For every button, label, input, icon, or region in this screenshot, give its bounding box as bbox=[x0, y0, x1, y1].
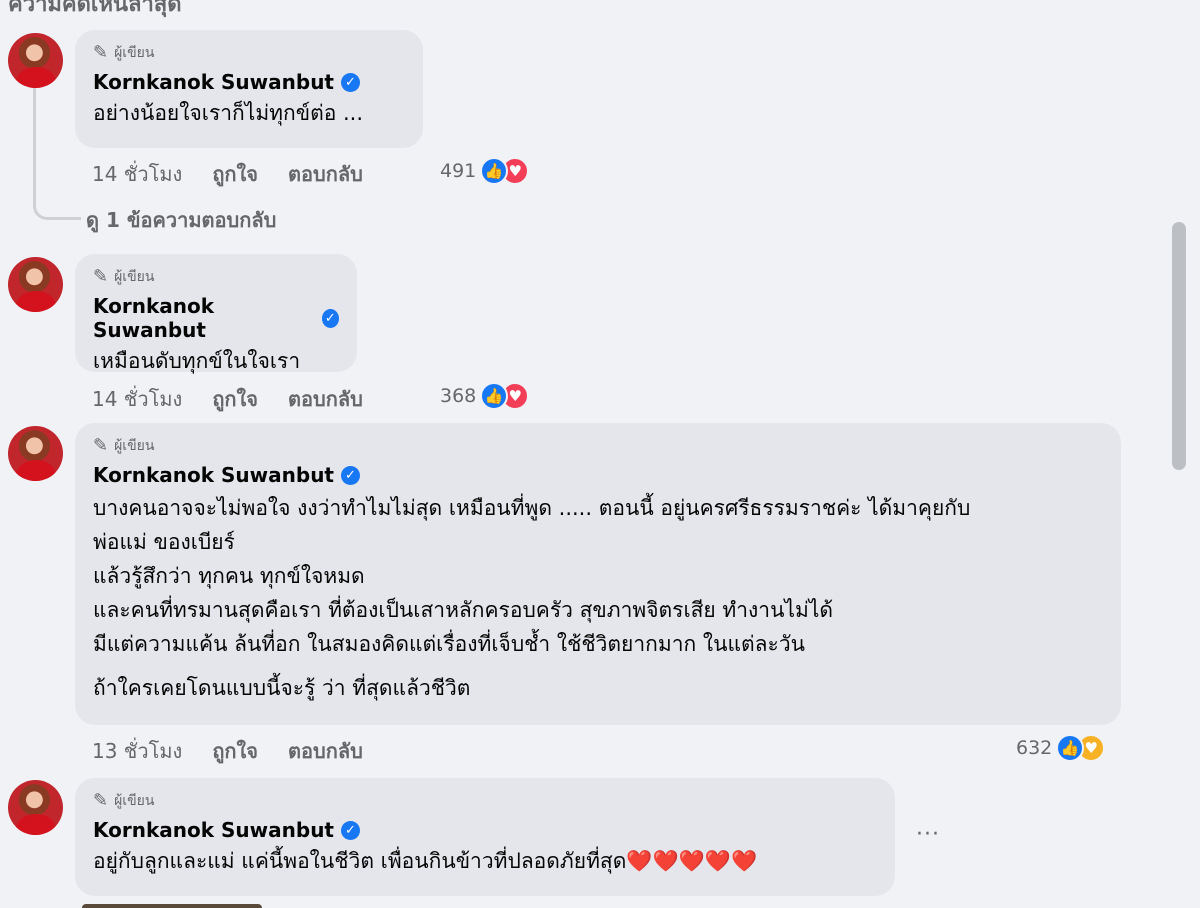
verified-badge-icon: ✓ bbox=[341, 465, 360, 485]
reaction-count: 368 bbox=[440, 385, 477, 407]
comment-time[interactable]: 14 ชั่วโมง bbox=[92, 158, 182, 190]
section-heading-partial: ความคิดเห็นล่าสุด bbox=[8, 0, 182, 17]
view-replies-link[interactable]: ดู 1 ข้อความตอบกลับ bbox=[86, 204, 276, 236]
comment-time[interactable]: 14 ชั่วโมง bbox=[92, 383, 182, 415]
next-avatar-partial bbox=[82, 904, 262, 908]
more-options-icon[interactable]: ··· bbox=[916, 822, 940, 847]
comment-text: บางคนอาจจะไม่พอใจ งงว่าทำไมไม่สุด เหมือน… bbox=[93, 496, 971, 700]
pencil-icon: ✎ bbox=[93, 435, 109, 456]
reply-thread-line bbox=[33, 88, 81, 220]
like-action[interactable]: ถูกใจ bbox=[212, 383, 258, 415]
avatar[interactable] bbox=[8, 257, 63, 312]
comment-text: อย่างน้อยใจเราก็ไม่ทุกข์ต่อ ... bbox=[93, 101, 364, 125]
comment-bubble: ✎ ผู้เขียน Kornkanok Suwanbut ✓ เหมือนดั… bbox=[75, 254, 357, 373]
verified-badge-icon: ✓ bbox=[321, 308, 339, 328]
reaction-summary[interactable]: 368 👍 ♥ bbox=[440, 382, 530, 410]
avatar[interactable] bbox=[8, 33, 63, 88]
commenter-name[interactable]: Kornkanok Suwanbut bbox=[93, 70, 334, 94]
comment-actions: 13 ชั่วโมง ถูกใจ ตอบกลับ bbox=[92, 735, 363, 767]
comment-bubble: ✎ ผู้เขียน Kornkanok Suwanbut ✓ บางคนอาจ… bbox=[75, 423, 1121, 725]
scrollbar-thumb[interactable] bbox=[1172, 222, 1186, 470]
verified-badge-icon: ✓ bbox=[341, 820, 360, 840]
reaction-count: 632 bbox=[1016, 737, 1053, 759]
commenter-name[interactable]: Kornkanok Suwanbut bbox=[93, 818, 334, 842]
comment-bubble: ✎ ผู้เขียน Kornkanok Suwanbut ✓ อยู่กับล… bbox=[75, 778, 895, 896]
reply-action[interactable]: ตอบกลับ bbox=[288, 735, 363, 767]
comment-bubble: ✎ ผู้เขียน Kornkanok Suwanbut ✓ อย่างน้อ… bbox=[75, 30, 423, 148]
reaction-summary[interactable]: 491 👍 ♥ bbox=[440, 157, 530, 185]
verified-badge-icon: ✓ bbox=[341, 72, 360, 92]
author-tag: ✎ ผู้เขียน bbox=[93, 42, 155, 63]
author-tag: ✎ ผู้เขียน bbox=[93, 266, 155, 287]
comment-time[interactable]: 13 ชั่วโมง bbox=[92, 735, 182, 767]
comment-actions: 14 ชั่วโมง ถูกใจ ตอบกลับ bbox=[92, 158, 363, 190]
reaction-count: 491 bbox=[440, 160, 477, 182]
reply-action[interactable]: ตอบกลับ bbox=[288, 158, 363, 190]
pencil-icon: ✎ bbox=[93, 266, 109, 287]
pencil-icon: ✎ bbox=[93, 790, 109, 811]
comment-actions: 14 ชั่วโมง ถูกใจ ตอบกลับ bbox=[92, 383, 363, 415]
comment-text: อยู่กับลูกและแม่ แค่นี้พอในชีวิต เพื่อนก… bbox=[93, 849, 758, 873]
like-action[interactable]: ถูกใจ bbox=[212, 158, 258, 190]
pencil-icon: ✎ bbox=[93, 42, 109, 63]
reaction-summary[interactable]: 632 👍 ♥ bbox=[1016, 734, 1106, 762]
avatar[interactable] bbox=[8, 780, 63, 835]
author-tag: ✎ ผู้เขียน bbox=[93, 790, 155, 811]
reply-action[interactable]: ตอบกลับ bbox=[288, 383, 363, 415]
like-action[interactable]: ถูกใจ bbox=[212, 735, 258, 767]
commenter-name[interactable]: Kornkanok Suwanbut bbox=[93, 294, 315, 342]
comment-text: เหมือนดับทุกข์ในใจเรา bbox=[93, 349, 301, 373]
avatar[interactable] bbox=[8, 426, 63, 481]
commenter-name[interactable]: Kornkanok Suwanbut bbox=[93, 463, 334, 487]
author-tag: ✎ ผู้เขียน bbox=[93, 435, 155, 456]
